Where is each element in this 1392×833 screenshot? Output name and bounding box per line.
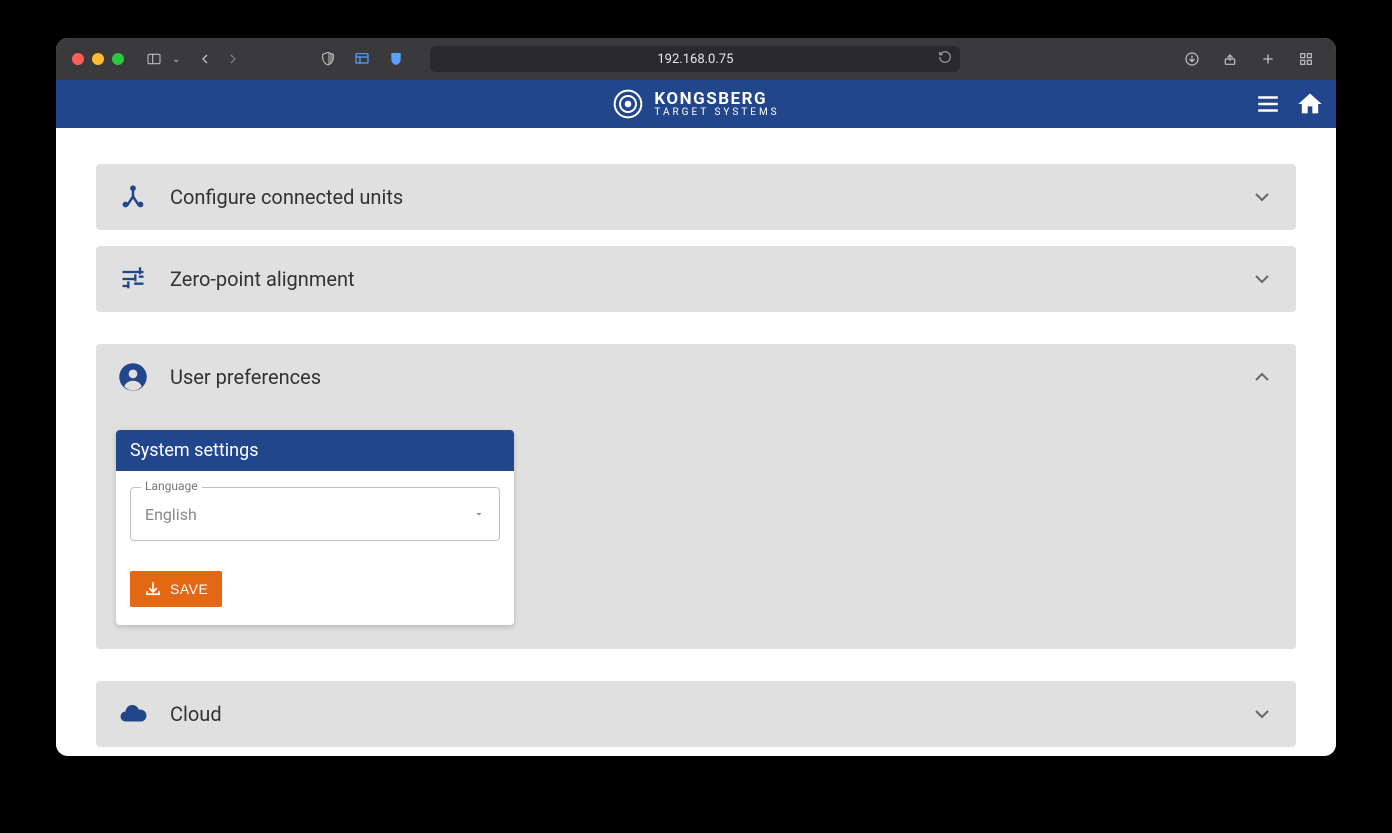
- accordion-title: Cloud: [170, 702, 1228, 726]
- menu-button[interactable]: [1254, 90, 1282, 118]
- shield-icon[interactable]: [314, 45, 342, 73]
- browser-titlebar: ⌄ 192.168.0.75: [56, 38, 1336, 80]
- language-label: Language: [141, 479, 202, 493]
- chevron-down-icon: [1250, 267, 1274, 291]
- accordion-header-userprefs[interactable]: User preferences: [96, 344, 1296, 410]
- maximize-window-button[interactable]: [112, 53, 124, 65]
- language-value: English: [145, 505, 473, 524]
- accordion-title: Zero-point alignment: [170, 267, 1228, 291]
- sidebar-toggle-icon[interactable]: [140, 45, 168, 73]
- system-settings-card: System settings Language English: [116, 430, 514, 625]
- nav-forward-button[interactable]: [220, 45, 246, 73]
- accordion-header-cloud[interactable]: Cloud: [96, 681, 1296, 747]
- accordion-header-zero[interactable]: Zero-point alignment: [96, 246, 1296, 312]
- accordion-title: User preferences: [170, 365, 1228, 389]
- sidebar-menu-caret[interactable]: ⌄: [172, 54, 180, 65]
- chevron-down-icon: [1250, 185, 1274, 209]
- url-text: 192.168.0.75: [657, 52, 733, 67]
- downloads-icon[interactable]: [1178, 45, 1206, 73]
- accordion-header-configure[interactable]: Configure connected units: [96, 164, 1296, 230]
- save-button[interactable]: SAVE: [130, 571, 222, 607]
- window-controls: [72, 53, 124, 65]
- accordion-body-userprefs: System settings Language English: [96, 410, 1296, 649]
- card-header: System settings: [116, 430, 514, 471]
- share-icon[interactable]: [1216, 45, 1244, 73]
- new-tab-icon[interactable]: [1254, 45, 1282, 73]
- accordion-cloud: Cloud: [96, 681, 1296, 747]
- browser-window: ⌄ 192.168.0.75: [56, 38, 1336, 756]
- accordion-title: Configure connected units: [170, 185, 1228, 209]
- brand-name: KONGSBERG: [654, 91, 779, 108]
- chevron-up-icon: [1250, 365, 1274, 389]
- home-button[interactable]: [1296, 90, 1324, 118]
- nav-back-button[interactable]: [192, 45, 218, 73]
- accordion-configure-units: Configure connected units: [96, 164, 1296, 230]
- tune-icon: [118, 264, 148, 294]
- save-button-label: SAVE: [170, 581, 208, 597]
- save-download-icon: [144, 580, 162, 598]
- reload-icon[interactable]: [938, 50, 952, 68]
- dropdown-caret-icon: [473, 505, 485, 524]
- brand-logo-icon: [612, 88, 644, 120]
- close-window-button[interactable]: [72, 53, 84, 65]
- page-content: Configure connected units Zero-point ali…: [56, 128, 1336, 756]
- hub-icon: [118, 182, 148, 212]
- app-header: KONGSBERG TARGET SYSTEMS: [56, 80, 1336, 128]
- brand: KONGSBERG TARGET SYSTEMS: [612, 88, 779, 120]
- minimize-window-button[interactable]: [92, 53, 104, 65]
- accordion-zero-point: Zero-point alignment: [96, 246, 1296, 312]
- chevron-down-icon: [1250, 702, 1274, 726]
- extension-bitwarden-icon[interactable]: [382, 45, 410, 73]
- brand-subtitle: TARGET SYSTEMS: [654, 108, 779, 118]
- address-bar[interactable]: 192.168.0.75: [430, 46, 960, 72]
- cloud-icon: [118, 699, 148, 729]
- user-icon: [118, 362, 148, 392]
- language-select[interactable]: Language English: [130, 487, 500, 541]
- accordion-user-preferences: User preferences System settings Languag…: [96, 344, 1296, 649]
- extension-devtools-icon[interactable]: [348, 45, 376, 73]
- tab-overview-icon[interactable]: [1292, 45, 1320, 73]
